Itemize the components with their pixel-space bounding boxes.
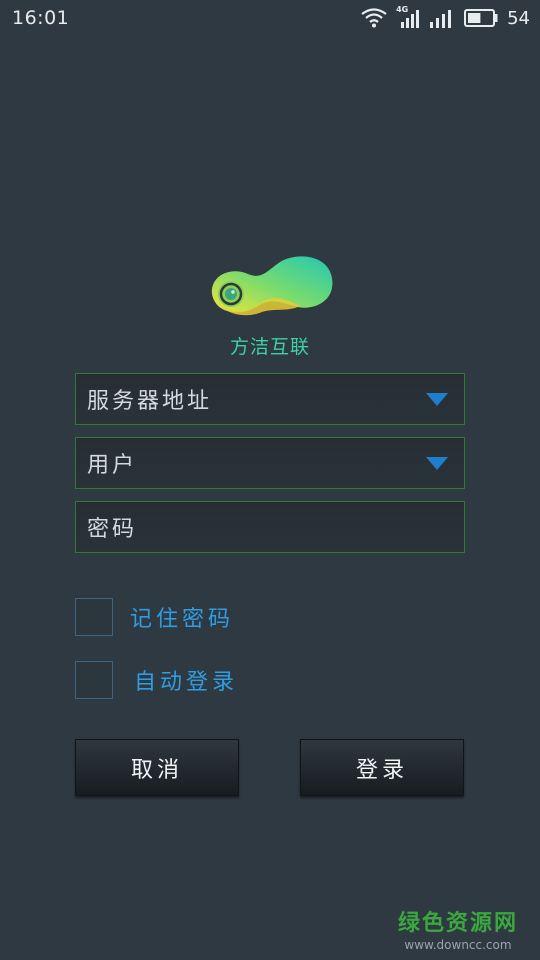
- battery-icon: [464, 9, 498, 27]
- wifi-icon: [361, 8, 387, 28]
- user-field[interactable]: 用户: [75, 437, 465, 489]
- password-field[interactable]: 密码: [75, 501, 465, 553]
- user-dropdown-arrow-icon[interactable]: [426, 457, 448, 470]
- server-dropdown-arrow-icon[interactable]: [426, 393, 448, 406]
- auto-login-option[interactable]: 自动登录: [75, 661, 238, 699]
- cancel-button[interactable]: 取消: [75, 739, 239, 796]
- password-placeholder: 密码: [87, 517, 138, 542]
- status-time: 16:01: [12, 7, 70, 29]
- status-icons: 4G 54: [361, 5, 530, 29]
- watermark-title: 绿色资源网: [397, 911, 518, 936]
- app-logo-icon: [211, 256, 333, 316]
- auto-login-label[interactable]: 自动登录: [134, 664, 238, 696]
- user-placeholder: 用户: [87, 453, 138, 478]
- watermark: 绿色资源网 www.downcc.com: [398, 905, 518, 952]
- remember-password-label[interactable]: 记住密码: [130, 601, 234, 633]
- remember-password-option[interactable]: 记住密码: [75, 598, 234, 636]
- battery-percent: 54: [507, 7, 530, 29]
- signal-4g-icon: 4G: [396, 5, 420, 29]
- signal-icon: [430, 10, 452, 28]
- status-bar: 16:01 4G 54: [0, 0, 540, 36]
- brand-name: 方洁互联: [229, 336, 310, 358]
- remember-password-checkbox[interactable]: [75, 598, 113, 636]
- auto-login-checkbox[interactable]: [75, 661, 113, 699]
- login-button[interactable]: 登录: [300, 739, 464, 796]
- server-address-placeholder: 服务器地址: [87, 389, 213, 414]
- server-address-field[interactable]: 服务器地址: [75, 373, 465, 425]
- watermark-url: www.downcc.com: [404, 938, 512, 952]
- login-screen: 16:01 4G 54 方洁互联 服务器地址 用户 密码 记住密码 自动登录 取…: [0, 0, 540, 960]
